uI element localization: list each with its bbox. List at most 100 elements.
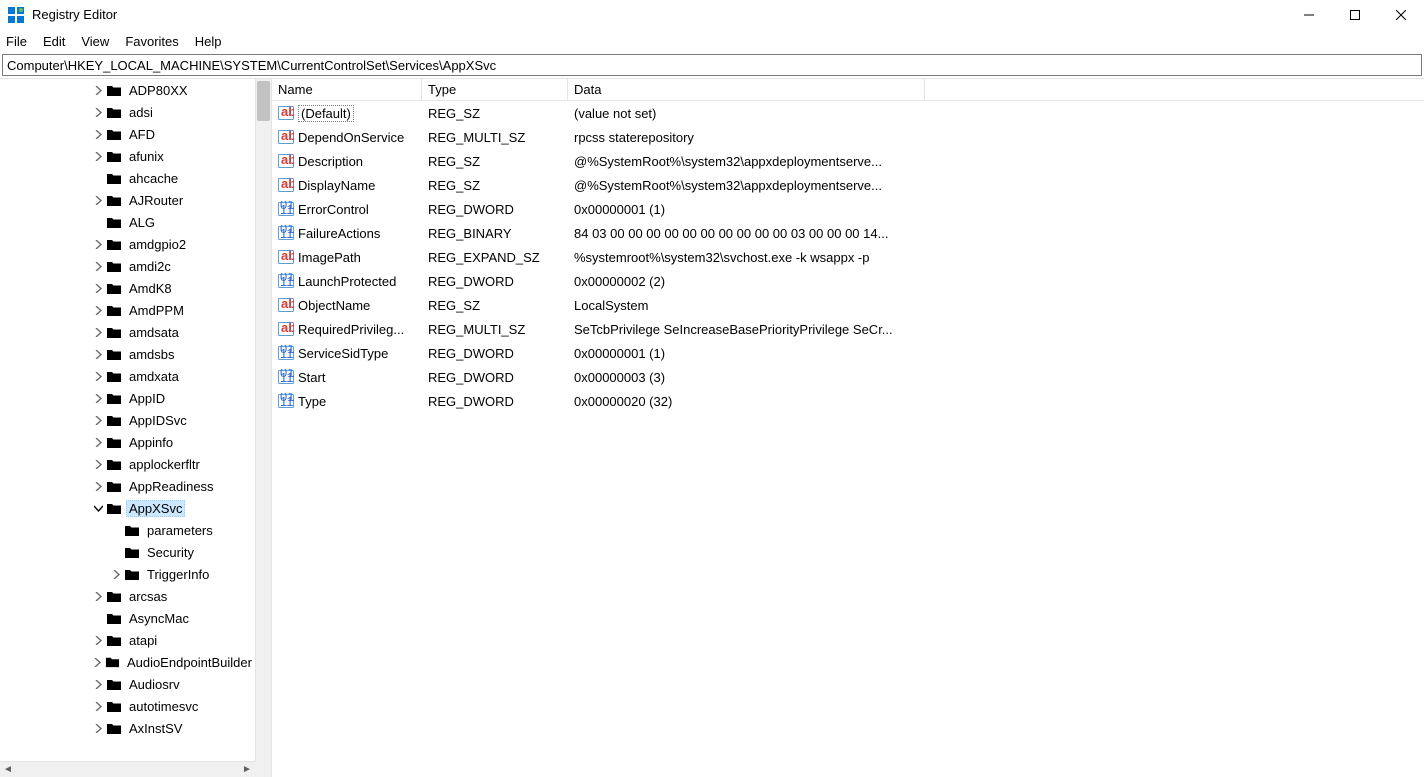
tree-vertical-scrollbar[interactable] — [255, 79, 271, 761]
value-name: ServiceSidType — [298, 346, 388, 361]
value-type: REG_DWORD — [422, 274, 568, 289]
tree-item-label: amdsbs — [126, 347, 178, 362]
chevron-right-icon[interactable] — [90, 284, 106, 293]
value-name: Description — [298, 154, 363, 169]
tree-item[interactable]: Security — [0, 541, 255, 563]
tree-item[interactable]: ahcache — [0, 167, 255, 189]
column-header-name[interactable]: Name — [272, 79, 422, 100]
tree-item[interactable]: AsyncMac — [0, 607, 255, 629]
tree-item[interactable]: autotimesvc — [0, 695, 255, 717]
tree-item[interactable]: afunix — [0, 145, 255, 167]
tree-horizontal-scrollbar[interactable]: ◄► — [0, 761, 255, 777]
tree-item[interactable]: atapi — [0, 629, 255, 651]
chevron-right-icon[interactable] — [90, 240, 106, 249]
value-row[interactable]: DisplayNameREG_SZ@%SystemRoot%\system32\… — [272, 173, 1424, 197]
tree-item[interactable]: AppXSvc — [0, 497, 255, 519]
value-row[interactable]: ServiceSidTypeREG_DWORD0x00000001 (1) — [272, 341, 1424, 365]
tree-view[interactable]: ADP80XXadsiAFDafunixahcacheAJRouterALGam… — [0, 79, 255, 761]
tree-item-label: ahcache — [126, 171, 181, 186]
folder-icon — [124, 545, 140, 559]
tree-item[interactable]: applockerfltr — [0, 453, 255, 475]
minimize-button[interactable] — [1286, 0, 1332, 30]
value-row[interactable]: RequiredPrivileg...REG_MULTI_SZSeTcbPriv… — [272, 317, 1424, 341]
list-body[interactable]: (Default)REG_SZ(value not set)DependOnSe… — [272, 101, 1424, 413]
tree-item[interactable]: amdsata — [0, 321, 255, 343]
chevron-right-icon[interactable] — [108, 570, 124, 579]
value-row[interactable]: ObjectNameREG_SZLocalSystem — [272, 293, 1424, 317]
window-title: Registry Editor — [32, 7, 117, 22]
maximize-button[interactable] — [1332, 0, 1378, 30]
tree-item[interactable]: AJRouter — [0, 189, 255, 211]
chevron-right-icon[interactable] — [90, 416, 106, 425]
menu-file[interactable]: File — [6, 34, 27, 49]
value-type: REG_MULTI_SZ — [422, 322, 568, 337]
close-button[interactable] — [1378, 0, 1424, 30]
tree-item[interactable]: amdxata — [0, 365, 255, 387]
value-row[interactable]: TypeREG_DWORD0x00000020 (32) — [272, 389, 1424, 413]
tree-item[interactable]: AudioEndpointBuilder — [0, 651, 255, 673]
chevron-right-icon[interactable] — [90, 328, 106, 337]
chevron-right-icon[interactable] — [90, 658, 105, 667]
value-row[interactable]: StartREG_DWORD0x00000003 (3) — [272, 365, 1424, 389]
tree-item[interactable]: AmdPPM — [0, 299, 255, 321]
tree-item[interactable]: Appinfo — [0, 431, 255, 453]
tree-item[interactable]: TriggerInfo — [0, 563, 255, 585]
value-row[interactable]: DescriptionREG_SZ@%SystemRoot%\system32\… — [272, 149, 1424, 173]
tree-item[interactable]: ADP80XX — [0, 79, 255, 101]
tree-item[interactable]: adsi — [0, 101, 255, 123]
column-header-data[interactable]: Data — [568, 79, 925, 100]
tree-item[interactable]: AmdK8 — [0, 277, 255, 299]
menu-help[interactable]: Help — [195, 34, 222, 49]
tree-item[interactable]: AFD — [0, 123, 255, 145]
folder-icon — [106, 259, 122, 273]
tree-item[interactable]: AppID — [0, 387, 255, 409]
chevron-right-icon[interactable] — [90, 438, 106, 447]
address-input[interactable] — [2, 54, 1422, 76]
value-row[interactable]: LaunchProtectedREG_DWORD0x00000002 (2) — [272, 269, 1424, 293]
tree-item-label: afunix — [126, 149, 167, 164]
tree-item[interactable]: AppIDSvc — [0, 409, 255, 431]
value-row[interactable]: FailureActionsREG_BINARY84 03 00 00 00 0… — [272, 221, 1424, 245]
tree-item[interactable]: arcsas — [0, 585, 255, 607]
column-header-type[interactable]: Type — [422, 79, 568, 100]
chevron-right-icon[interactable] — [90, 86, 106, 95]
tree-item[interactable]: amdgpio2 — [0, 233, 255, 255]
chevron-right-icon[interactable] — [90, 196, 106, 205]
folder-icon — [106, 721, 122, 735]
tree-item[interactable]: parameters — [0, 519, 255, 541]
chevron-right-icon[interactable] — [90, 482, 106, 491]
menu-view[interactable]: View — [81, 34, 109, 49]
value-row[interactable]: ErrorControlREG_DWORD0x00000001 (1) — [272, 197, 1424, 221]
tree-item[interactable]: ALG — [0, 211, 255, 233]
tree-item[interactable]: amdsbs — [0, 343, 255, 365]
chevron-right-icon[interactable] — [90, 306, 106, 315]
chevron-right-icon[interactable] — [90, 394, 106, 403]
chevron-right-icon[interactable] — [90, 460, 106, 469]
chevron-right-icon[interactable] — [90, 152, 106, 161]
value-row[interactable]: ImagePathREG_EXPAND_SZ%systemroot%\syste… — [272, 245, 1424, 269]
folder-icon — [106, 193, 122, 207]
value-type: REG_DWORD — [422, 370, 568, 385]
value-row[interactable]: DependOnServiceREG_MULTI_SZrpcss statere… — [272, 125, 1424, 149]
chevron-right-icon[interactable] — [90, 372, 106, 381]
chevron-right-icon[interactable] — [90, 130, 106, 139]
chevron-right-icon[interactable] — [90, 636, 106, 645]
chevron-right-icon[interactable] — [90, 702, 106, 711]
folder-icon — [106, 105, 122, 119]
folder-icon — [106, 633, 122, 647]
chevron-right-icon[interactable] — [90, 680, 106, 689]
chevron-right-icon[interactable] — [90, 350, 106, 359]
menu-favorites[interactable]: Favorites — [125, 34, 178, 49]
tree-item[interactable]: AxInstSV — [0, 717, 255, 739]
main-split: ADP80XXadsiAFDafunixahcacheAJRouterALGam… — [0, 78, 1424, 777]
tree-item[interactable]: AppReadiness — [0, 475, 255, 497]
chevron-right-icon[interactable] — [90, 108, 106, 117]
chevron-right-icon[interactable] — [90, 592, 106, 601]
chevron-right-icon[interactable] — [90, 724, 106, 733]
value-row[interactable]: (Default)REG_SZ(value not set) — [272, 101, 1424, 125]
chevron-down-icon[interactable] — [90, 504, 106, 513]
tree-item[interactable]: Audiosrv — [0, 673, 255, 695]
menu-edit[interactable]: Edit — [43, 34, 65, 49]
tree-item[interactable]: amdi2c — [0, 255, 255, 277]
chevron-right-icon[interactable] — [90, 262, 106, 271]
